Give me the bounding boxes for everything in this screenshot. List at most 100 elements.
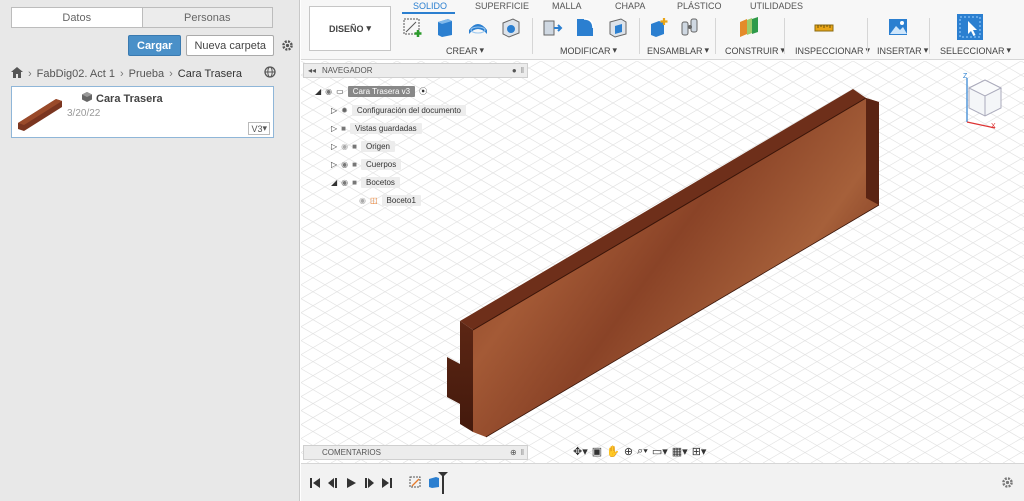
extrude-icon[interactable] — [434, 16, 456, 38]
group-modificar[interactable]: MODIFICAR ▾ — [560, 45, 617, 56]
browser-item[interactable]: ◉ ◫ Boceto1 — [359, 193, 421, 207]
globe-icon[interactable] — [264, 66, 276, 81]
select-icon[interactable] — [957, 14, 983, 40]
browser-item[interactable]: ▷ ◉ ■ Cuerpos — [331, 157, 402, 171]
activate-icon[interactable]: ⦿ — [419, 86, 427, 97]
workspace-switcher[interactable]: DISEÑO ▾ — [309, 6, 391, 51]
breadcrumb: › FabDig02. Act 1 › Prueba › Cara Traser… — [11, 66, 276, 82]
look-at-icon[interactable]: ▣ — [592, 445, 602, 458]
axis-x-label: X — [991, 123, 996, 130]
expanded-icon[interactable]: ◢ — [315, 87, 321, 96]
home-icon[interactable] — [11, 67, 23, 81]
timeline-sketch-feature[interactable] — [409, 475, 423, 492]
tab-utilidades[interactable]: UTILIDADES — [750, 1, 803, 11]
group-inspeccionar[interactable]: INSPECCIONAR▾ — [795, 45, 870, 56]
eye-icon[interactable]: ◉ — [325, 87, 332, 96]
collapse-left-icon[interactable]: ◂◂ — [308, 66, 316, 75]
eye-icon[interactable]: ◉ — [341, 160, 348, 169]
box-icon[interactable] — [500, 16, 522, 38]
new-component-icon[interactable] — [648, 16, 670, 38]
eye-icon[interactable]: ◉ — [359, 196, 366, 205]
minimize-icon[interactable]: ● — [512, 66, 517, 75]
zoom-icon[interactable]: ⊕ — [624, 445, 633, 458]
group-insertar[interactable]: INSERTAR ▾ — [877, 45, 928, 56]
browser-item-label: Boceto1 — [381, 194, 421, 206]
collapsed-icon[interactable]: ▷ — [331, 124, 337, 133]
browser-panel-header[interactable]: ◂◂ NAVEGADOR ● ‖ — [303, 63, 528, 78]
gear-icon[interactable] — [279, 38, 295, 54]
sketch-icon[interactable] — [402, 16, 424, 38]
caret-down-icon: ▾ — [479, 45, 485, 55]
collapsed-icon[interactable]: ▷ — [331, 142, 337, 151]
group-modificar-label: MODIFICAR — [560, 45, 611, 56]
group-ensamblar-label: ENSAMBLAR — [647, 45, 703, 56]
insert-image-icon[interactable] — [887, 16, 909, 38]
collapsed-icon[interactable]: ▷ — [331, 160, 337, 169]
caret-down-icon: ▾ — [1006, 45, 1012, 55]
app-window: Datos Personas Cargar Nueva carpeta › Fa… — [0, 0, 1024, 501]
group-insertar-label: INSERTAR — [877, 45, 922, 56]
add-comment-icon[interactable]: ⊕ — [510, 448, 517, 457]
chevron-right-icon: › — [169, 68, 173, 80]
pan-icon[interactable]: ✋ — [606, 445, 620, 458]
divider — [715, 18, 716, 54]
tab-malla[interactable]: MALLA — [552, 1, 582, 11]
press-pull-icon[interactable] — [541, 16, 563, 38]
fillet-icon[interactable] — [574, 16, 596, 38]
offset-plane-icon[interactable] — [738, 16, 760, 38]
tab-personas[interactable]: Personas — [141, 8, 272, 27]
upload-button[interactable]: Cargar — [128, 35, 182, 56]
viewports-icon[interactable]: ⊞▾ — [692, 445, 707, 458]
resize-handle-icon[interactable]: ‖ — [521, 448, 524, 457]
tab-plastico[interactable]: PLÁSTICO — [677, 1, 722, 11]
browser-item[interactable]: ▷ ✹ Configuración del documento — [331, 103, 466, 117]
fit-icon[interactable]: ⌕▾ — [637, 445, 648, 458]
tab-chapa[interactable]: CHAPA — [615, 1, 645, 11]
divider — [532, 18, 533, 54]
tab-datos[interactable]: Datos — [12, 8, 142, 27]
group-ensamblar[interactable]: ENSAMBLAR ▾ — [647, 45, 709, 56]
collapsed-icon[interactable]: ▷ — [331, 106, 337, 115]
browser-item[interactable]: ▷ ◉ ■ Origen — [331, 139, 395, 153]
step-forward-icon[interactable] — [363, 477, 375, 489]
design-label: DISEÑO — [328, 23, 364, 34]
browser-item-label: Vistas guardadas — [350, 122, 422, 134]
timeline-settings-gear-icon[interactable] — [1001, 476, 1014, 492]
display-settings-icon[interactable]: ▭▾ — [652, 445, 668, 458]
tab-superficie[interactable]: SUPERFICIE — [475, 1, 529, 11]
eye-icon[interactable]: ◉ — [341, 178, 348, 187]
orbit-icon[interactable]: ✥▾ — [573, 445, 588, 458]
divider — [929, 18, 930, 54]
play-icon[interactable] — [345, 477, 357, 489]
joint-icon[interactable] — [679, 16, 701, 38]
breadcrumb-item[interactable]: Prueba — [129, 68, 164, 80]
shell-icon[interactable] — [607, 16, 629, 38]
breadcrumb-item[interactable]: FabDig02. Act 1 — [37, 68, 115, 80]
group-crear[interactable]: CREAR ▾ — [446, 45, 484, 56]
revolve-icon[interactable] — [467, 16, 489, 38]
go-to-start-icon[interactable] — [309, 477, 321, 489]
browser-root[interactable]: ◢ ◉ ▭ Cara Trasera v3 ⦿ — [315, 84, 427, 98]
browser-item-label: Origen — [360, 140, 395, 152]
ribbon-toolbar: DISEÑO ▾ SOLIDO SUPERFICIE MALLA CHAPA PL… — [301, 0, 1024, 60]
step-back-icon[interactable] — [327, 477, 339, 489]
file-card[interactable]: Cara Trasera 3/20/22 V3 ▾ — [11, 86, 274, 138]
view-cube[interactable]: Z X — [961, 70, 1011, 130]
grid-settings-icon[interactable]: ▦▾ — [672, 445, 688, 458]
browser-item[interactable]: ◢ ◉ ■ Bocetos — [331, 175, 400, 189]
browser-item[interactable]: ▷ ■ Vistas guardadas — [331, 121, 422, 135]
group-construir[interactable]: CONSTRUIR ▾ — [725, 45, 785, 56]
tab-solido[interactable]: SOLIDO — [413, 1, 447, 11]
comments-panel-header[interactable]: COMENTARIOS ⊕ ‖ — [303, 445, 528, 460]
version-dropdown[interactable]: V3 ▾ — [248, 122, 270, 135]
divider — [639, 18, 640, 54]
resize-handle-icon[interactable]: ‖ — [521, 66, 524, 75]
eye-icon[interactable]: ◉ — [341, 142, 348, 151]
group-seleccionar[interactable]: SELECCIONAR ▾ — [940, 45, 1011, 56]
timeline-marker[interactable] — [438, 472, 448, 497]
expanded-icon[interactable]: ◢ — [331, 178, 337, 187]
measure-icon[interactable] — [813, 16, 835, 38]
comments-title: COMENTARIOS — [322, 448, 381, 457]
go-to-end-icon[interactable] — [381, 477, 393, 489]
new-folder-button[interactable]: Nueva carpeta — [186, 35, 275, 56]
